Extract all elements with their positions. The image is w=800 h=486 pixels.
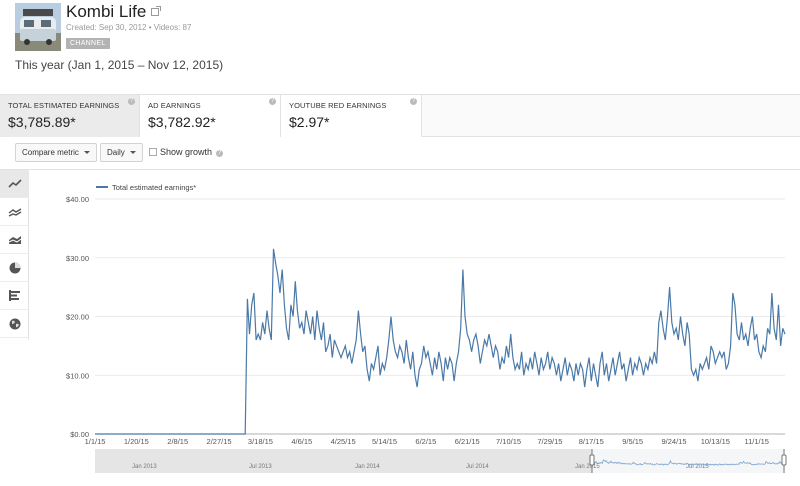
metric-youtube-red-earnings[interactable]: YOUTUBE RED EARNINGS $2.97* ? bbox=[281, 95, 422, 137]
range-navigator[interactable]: Jan 2013 Jul 2013 Jan 2014 Jul 2014 Jan 2015… bbox=[95, 449, 787, 473]
metrics-bar: TOTAL ESTIMATED EARNINGS $3,785.89* ? AD… bbox=[0, 94, 800, 137]
metric-label: TOTAL ESTIMATED EARNINGS bbox=[8, 101, 120, 110]
x-axis: 1/1/15 1/20/15 2/8/15 2/27/15 3/18/15 4/6/15 4… bbox=[85, 437, 769, 446]
x-tick-label: 8/17/15 bbox=[579, 437, 604, 446]
bar-chart-icon bbox=[8, 290, 20, 301]
x-tick-label: 5/14/15 bbox=[372, 437, 397, 446]
x-tick-label: 7/10/15 bbox=[496, 437, 521, 446]
earnings-series-line bbox=[95, 248, 786, 435]
y-tick-label: $30.00 bbox=[66, 254, 89, 263]
legend-label: Total estimated earnings* bbox=[112, 183, 196, 192]
compare-metric-label: Compare metric bbox=[22, 148, 79, 157]
x-tick-label: 10/13/15 bbox=[701, 437, 730, 446]
stacked-area-chart-button[interactable] bbox=[0, 226, 29, 254]
navigator-label: Jan 2014 bbox=[355, 464, 380, 470]
chart-type-sidebar bbox=[0, 170, 29, 340]
help-icon[interactable]: ? bbox=[216, 150, 223, 157]
navigator-label: Jul 2013 bbox=[249, 464, 272, 470]
chart-grid bbox=[95, 198, 785, 435]
pie-chart-button[interactable] bbox=[0, 254, 29, 282]
metric-value: $3,782.92* bbox=[148, 114, 216, 130]
help-icon[interactable]: ? bbox=[128, 98, 135, 105]
pie-chart-icon bbox=[9, 262, 20, 273]
line-chart-icon bbox=[7, 178, 22, 188]
earnings-line-chart: $0.00$10.00$20.00$30.00$40.00 1/1/15 1/20… bbox=[66, 183, 787, 473]
show-growth-checkbox[interactable] bbox=[149, 148, 157, 156]
x-tick-label: 1/20/15 bbox=[124, 437, 149, 446]
show-growth-label[interactable]: Show growth bbox=[160, 147, 212, 157]
channel-thumbnail[interactable] bbox=[15, 3, 61, 51]
help-icon[interactable]: ? bbox=[269, 98, 276, 105]
x-tick-label: 4/25/15 bbox=[331, 437, 356, 446]
x-tick-label: 9/5/15 bbox=[622, 437, 643, 446]
bar-chart-button[interactable] bbox=[0, 282, 29, 310]
channel-meta: Created: Sep 30, 2012 • Videos: 87 bbox=[66, 23, 192, 32]
period-label: Daily bbox=[107, 148, 125, 157]
y-tick-label: $40.00 bbox=[66, 195, 89, 204]
y-tick-label: $20.00 bbox=[66, 313, 89, 322]
chart-legend: Total estimated earnings* bbox=[96, 183, 196, 192]
period-dropdown[interactable]: Daily bbox=[100, 143, 143, 162]
metric-value: $2.97* bbox=[289, 114, 330, 130]
navigator-label: Jan 2015 bbox=[575, 464, 600, 470]
x-tick-label: 7/29/15 bbox=[537, 437, 562, 446]
x-tick-label: 1/1/15 bbox=[85, 437, 106, 446]
x-tick-label: 9/24/15 bbox=[661, 437, 686, 446]
stacked-area-chart-icon bbox=[8, 235, 21, 244]
metric-value: $3,785.89* bbox=[8, 114, 76, 130]
navigator-label: Jul 2014 bbox=[466, 464, 489, 470]
multi-line-chart-icon bbox=[8, 207, 21, 217]
x-tick-label: 2/8/15 bbox=[167, 437, 188, 446]
date-range: This year (Jan 1, 2015 – Nov 12, 2015) bbox=[15, 58, 224, 72]
channel-name[interactable]: Kombi Life bbox=[66, 2, 146, 21]
y-tick-label: $10.00 bbox=[66, 371, 89, 380]
metric-ad-earnings[interactable]: AD EARNINGS $3,782.92* ? bbox=[140, 95, 281, 137]
x-tick-label: 11/1/15 bbox=[744, 437, 768, 446]
x-tick-label: 6/2/15 bbox=[415, 437, 436, 446]
metric-total-earnings[interactable]: TOTAL ESTIMATED EARNINGS $3,785.89* ? bbox=[0, 95, 140, 137]
map-globe-icon bbox=[9, 318, 20, 329]
metric-label: YOUTUBE RED EARNINGS bbox=[289, 101, 387, 110]
multi-line-chart-button[interactable] bbox=[0, 198, 29, 226]
navigator-label: Jan 2013 bbox=[132, 464, 157, 470]
x-tick-label: 3/18/15 bbox=[248, 437, 273, 446]
line-chart-button[interactable] bbox=[0, 170, 29, 198]
chart-area: $0.00 $10.00 $20.00 $30.00 $40.00 1/1/15 1/20… bbox=[29, 170, 800, 486]
caret-down-icon bbox=[83, 151, 90, 154]
compare-metric-dropdown[interactable]: Compare metric bbox=[15, 143, 97, 162]
x-tick-label: 2/27/15 bbox=[207, 437, 232, 446]
y-axis: $0.00$10.00$20.00$30.00$40.00 bbox=[66, 195, 89, 439]
x-tick-label: 6/21/15 bbox=[455, 437, 480, 446]
metric-label: AD EARNINGS bbox=[148, 101, 201, 110]
channel-badge: CHANNEL bbox=[66, 38, 110, 49]
caret-down-icon bbox=[129, 151, 136, 154]
map-button[interactable] bbox=[0, 310, 29, 338]
help-icon[interactable]: ? bbox=[410, 98, 417, 105]
channel-name-row: Kombi Life bbox=[66, 2, 162, 22]
x-tick-label: 4/6/15 bbox=[291, 437, 312, 446]
external-link-icon[interactable] bbox=[151, 6, 162, 16]
